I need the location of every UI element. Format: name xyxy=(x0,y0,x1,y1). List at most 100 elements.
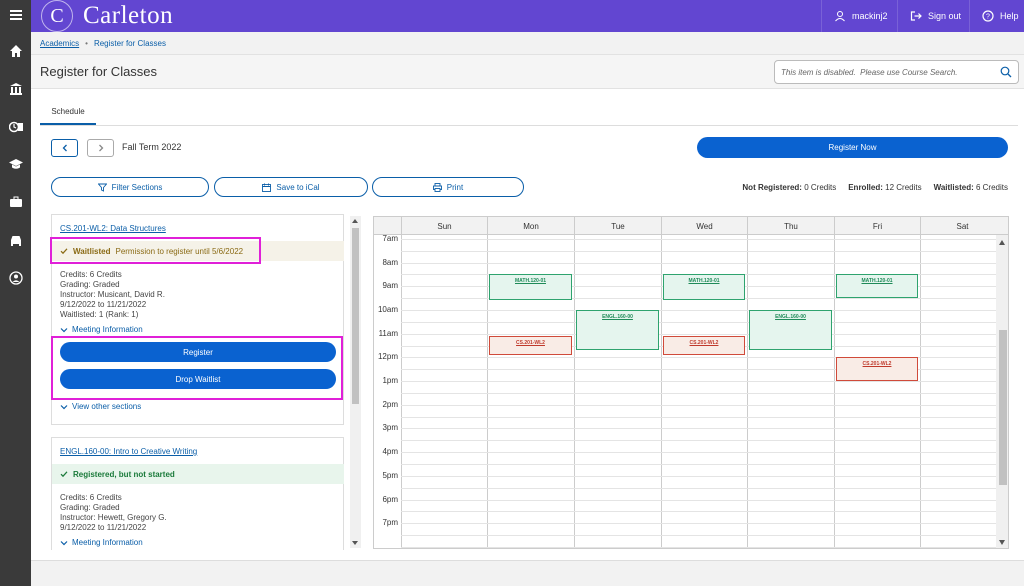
sign-out-icon xyxy=(910,11,922,21)
briefcase-icon[interactable] xyxy=(0,190,31,214)
print-icon xyxy=(432,182,442,192)
page-title: Register for Classes xyxy=(40,64,158,79)
calendar-day-header: Sun Mon Tue Wed Thu Fri Sat xyxy=(374,217,1008,235)
left-sidebar xyxy=(0,0,31,586)
breadcrumb-current[interactable]: Register for Classes xyxy=(94,39,166,48)
sections-list: CS.201-WL2: Data Structures Waitlisted P… xyxy=(50,214,362,550)
main-content: Schedule Fall Term 2022 Register Now Fil… xyxy=(31,89,1024,586)
time-gridline xyxy=(401,428,996,430)
time-gridline xyxy=(401,475,996,477)
search-icon[interactable] xyxy=(1000,66,1012,78)
time-label: 8am xyxy=(382,257,398,267)
section-title-link[interactable]: CS.201-WL2: Data Structures xyxy=(60,224,166,233)
bank-icon[interactable] xyxy=(0,77,31,101)
enrolled-credits: Enrolled: 12 Credits xyxy=(848,183,922,192)
time-gridline xyxy=(401,404,996,406)
breadcrumb-academics[interactable]: Academics xyxy=(40,39,79,48)
day-header-fri: Fri xyxy=(834,217,920,235)
time-label: 11am xyxy=(378,328,398,338)
menu-icon[interactable] xyxy=(0,3,31,27)
time-label: 1pm xyxy=(382,376,398,386)
print-button[interactable]: Print xyxy=(372,177,524,197)
chevron-left-icon xyxy=(62,144,67,152)
calendar-event[interactable]: CS.201-WL2 xyxy=(663,336,745,355)
breadcrumb: Academics • Register for Classes xyxy=(40,39,166,48)
time-gridline xyxy=(401,546,996,548)
calendar-event[interactable]: CS.201-WL2 xyxy=(489,336,572,355)
day-header-sun: Sun xyxy=(401,217,487,235)
help-icon: ? xyxy=(982,10,994,22)
calendar-event[interactable]: ENGL.160-00 xyxy=(576,309,659,351)
car-icon[interactable] xyxy=(0,228,31,252)
time-gridline xyxy=(401,487,996,489)
time-label: 12pm xyxy=(377,352,398,362)
user-circle-icon[interactable] xyxy=(0,266,31,290)
time-gridline xyxy=(401,321,996,323)
schedule-calendar: Sun Mon Tue Wed Thu Fri Sat 7am 8am 9am 10am 11am 1… xyxy=(373,216,1009,549)
waitlisted-credits: Waitlisted: 6 Credits xyxy=(933,183,1008,192)
save-to-ical-button[interactable]: Save to iCal xyxy=(214,177,368,197)
meeting-information-toggle[interactable]: Meeting Information xyxy=(60,325,143,334)
credit-summary: Not Registered: 0 Credits Enrolled: 12 C… xyxy=(742,183,1008,192)
calendar-icon xyxy=(262,183,272,192)
carleton-logo[interactable]: C Carleton xyxy=(41,0,173,32)
time-gridline xyxy=(401,535,996,537)
next-term-button[interactable] xyxy=(87,139,114,157)
sign-out-label: Sign out xyxy=(928,11,962,21)
time-gridline xyxy=(401,523,996,525)
print-label: Print xyxy=(446,182,464,192)
not-registered-credits: Not Registered: 0 Credits xyxy=(742,183,837,192)
calendar-event[interactable]: MATH.120-01 xyxy=(489,274,572,301)
section-title-link[interactable]: ENGL.160-00: Intro to Creative Writing xyxy=(60,447,197,456)
calendar-grid: 7am 8am 9am 10am 11am 12pm 1pm 2pm 3pm 4pm 5pm 6pm 7… xyxy=(374,234,996,548)
calendar-event[interactable]: ENGL.160-00 xyxy=(749,309,832,351)
help-button[interactable]: ? Help xyxy=(969,0,1024,32)
chevron-down-icon xyxy=(60,327,68,332)
time-label: 7pm xyxy=(382,518,398,528)
scroll-down-arrow[interactable] xyxy=(352,541,358,545)
tab-schedule[interactable]: Schedule xyxy=(40,107,96,125)
graduation-cap-icon[interactable] xyxy=(0,152,31,176)
page-header: Register for Classes xyxy=(31,54,1024,89)
meeting-information-toggle[interactable]: Meeting Information xyxy=(60,538,143,547)
logo-text: Carleton xyxy=(83,2,174,29)
status-label: Registered, but not started xyxy=(73,469,175,479)
calendar-scrollbar[interactable] xyxy=(996,235,1008,548)
scroll-up-arrow[interactable] xyxy=(352,219,358,223)
home-icon[interactable] xyxy=(0,39,31,63)
scroll-down-arrow[interactable] xyxy=(999,540,1005,545)
time-gridline xyxy=(401,309,996,311)
course-search-box xyxy=(774,60,1019,84)
section-card: ENGL.160-00: Intro to Creative Writing R… xyxy=(51,437,344,550)
schedule-icon[interactable] xyxy=(0,115,31,139)
calendar-event[interactable]: MATH.120-01 xyxy=(663,274,745,301)
time-label: 2pm xyxy=(382,399,398,409)
sections-scrollbar[interactable] xyxy=(350,216,361,548)
term-label: Fall Term 2022 xyxy=(122,142,182,152)
time-label: 9am xyxy=(382,281,398,291)
sign-out-button[interactable]: Sign out xyxy=(897,0,973,32)
highlight-box xyxy=(50,237,261,264)
register-now-button[interactable]: Register Now xyxy=(697,137,1008,158)
time-gridline xyxy=(401,416,996,418)
time-label: 6pm xyxy=(382,494,398,504)
user-menu[interactable]: mackinj2 xyxy=(821,0,900,32)
time-gridline xyxy=(401,452,996,454)
status-badge: Registered, but not started xyxy=(52,464,344,484)
svg-text:?: ? xyxy=(986,14,990,21)
calendar-event[interactable]: CS.201-WL2 xyxy=(836,357,918,382)
view-other-sections-toggle[interactable]: View other sections xyxy=(60,402,141,411)
filter-icon xyxy=(97,183,107,192)
previous-term-button[interactable] xyxy=(51,139,78,157)
check-icon xyxy=(60,471,68,478)
time-gridline xyxy=(401,333,996,335)
scrollbar-thumb[interactable] xyxy=(999,330,1007,485)
day-header-tue: Tue xyxy=(574,217,661,235)
search-input[interactable] xyxy=(781,61,991,83)
time-label: 4pm xyxy=(382,447,398,457)
user-icon xyxy=(835,11,845,22)
scrollbar-thumb[interactable] xyxy=(352,228,359,404)
filter-sections-button[interactable]: Filter Sections xyxy=(51,177,209,197)
scroll-up-arrow[interactable] xyxy=(999,240,1005,245)
calendar-event[interactable]: MATH.120-01 xyxy=(836,274,918,299)
